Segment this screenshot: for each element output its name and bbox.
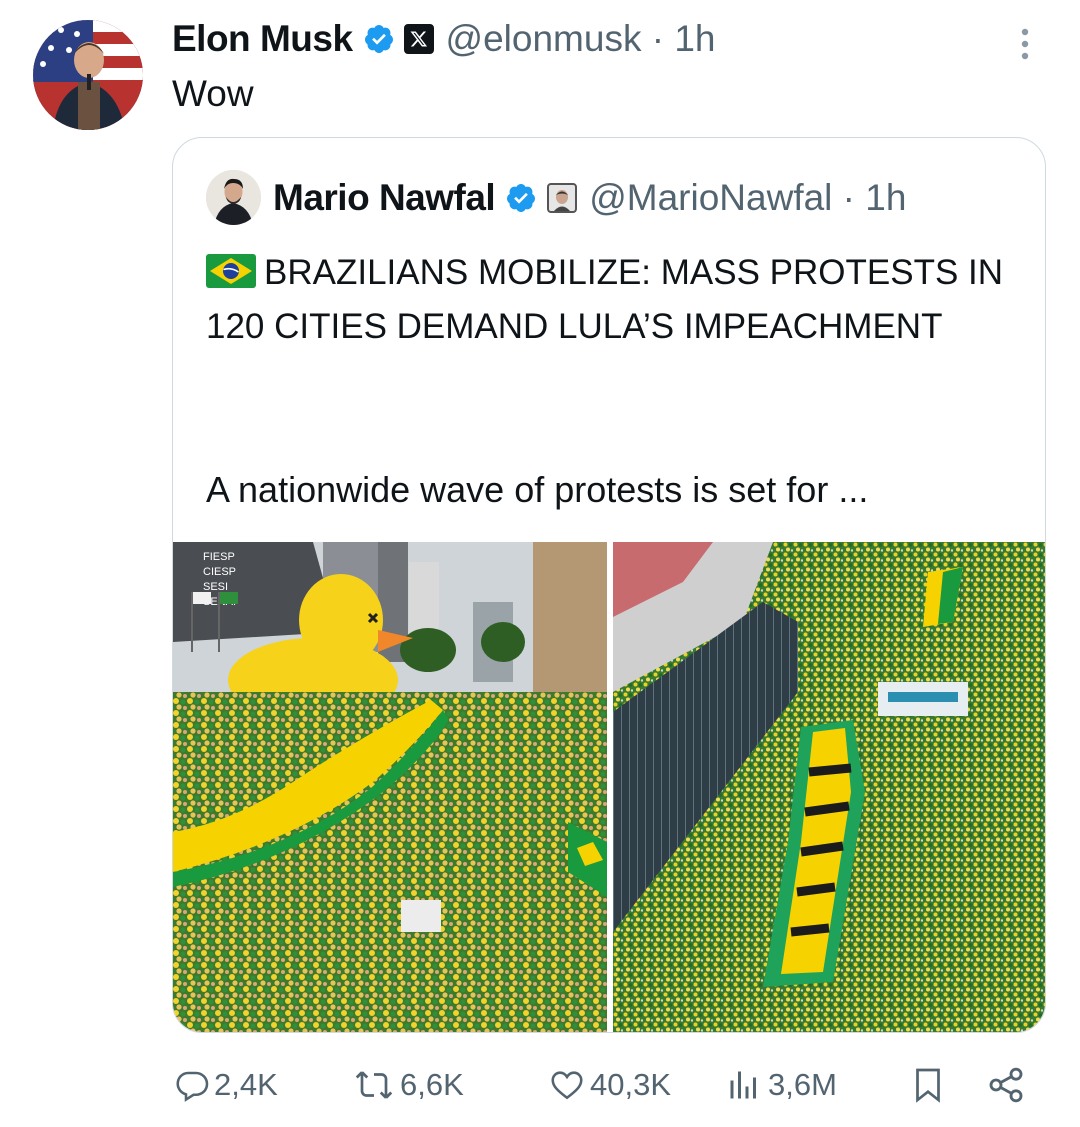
views-icon [730, 1071, 756, 1099]
quoted-author-line: Mario Nawfal @MarioNawfal · 1h [273, 171, 906, 225]
quoted-verified-icon [507, 184, 536, 212]
quoted-author-avatar[interactable] [206, 170, 261, 225]
quoted-image-left[interactable]: FIESP CIESP SESI SENAI [173, 542, 607, 1032]
quoted-headline-block: BRAZILIANS MOBILIZE: MASS PROTESTS IN 12… [206, 246, 1026, 354]
views-count: 3,6M [768, 1067, 837, 1102]
quoted-tweet[interactable]: Mario Nawfal @MarioNawfal · 1h BRAZILIAN… [172, 137, 1046, 1033]
like-count: 40,3K [590, 1067, 672, 1102]
quoted-affiliation-icon[interactable] [547, 183, 578, 213]
signage-sesi: SESI [203, 581, 228, 593]
x-affiliation-icon[interactable] [403, 24, 434, 54]
verified-icon [364, 25, 393, 53]
share-button[interactable] [986, 1055, 1030, 1115]
like-button[interactable]: 40,3K [548, 1055, 671, 1115]
reply-icon [176, 1071, 209, 1102]
like-icon [551, 1071, 583, 1100]
repost-count: 6,6K [400, 1067, 464, 1102]
reply-button[interactable]: 2,4K [174, 1055, 278, 1115]
reply-count: 2,4K [214, 1067, 278, 1102]
quoted-image-right[interactable] [613, 542, 1045, 1032]
repost-button[interactable]: 6,6K [352, 1055, 464, 1115]
views-button[interactable]: 3,6M [724, 1055, 837, 1115]
quoted-headline: BRAZILIANS MOBILIZE: MASS PROTESTS IN 12… [206, 253, 1004, 346]
author-line: Elon Musk @elonmusk · 1h [172, 14, 715, 64]
bookmark-icon [916, 1068, 940, 1103]
quoted-author-name[interactable]: Mario Nawfal [273, 177, 496, 219]
author-handle-time[interactable]: @elonmusk · 1h [446, 18, 716, 60]
share-icon [989, 1067, 1023, 1103]
author-avatar[interactable] [33, 20, 143, 130]
action-bar: 2,4K 6,6K 40,3K 3,6M [0, 1055, 1080, 1115]
quoted-handle-time[interactable]: @MarioNawfal · 1h [589, 177, 906, 219]
more-icon[interactable] [1010, 24, 1040, 64]
tweet-text: Wow [172, 73, 254, 114]
bookmark-button[interactable] [910, 1055, 950, 1115]
repost-icon [355, 1071, 393, 1099]
brazil-flag-icon [206, 250, 256, 288]
signage-fiesp: FIESP [203, 551, 235, 563]
author-name[interactable]: Elon Musk [172, 18, 353, 60]
signage-ciesp: CIESP [203, 566, 236, 578]
quoted-body: A nationwide wave of protests is set for… [206, 469, 869, 510]
